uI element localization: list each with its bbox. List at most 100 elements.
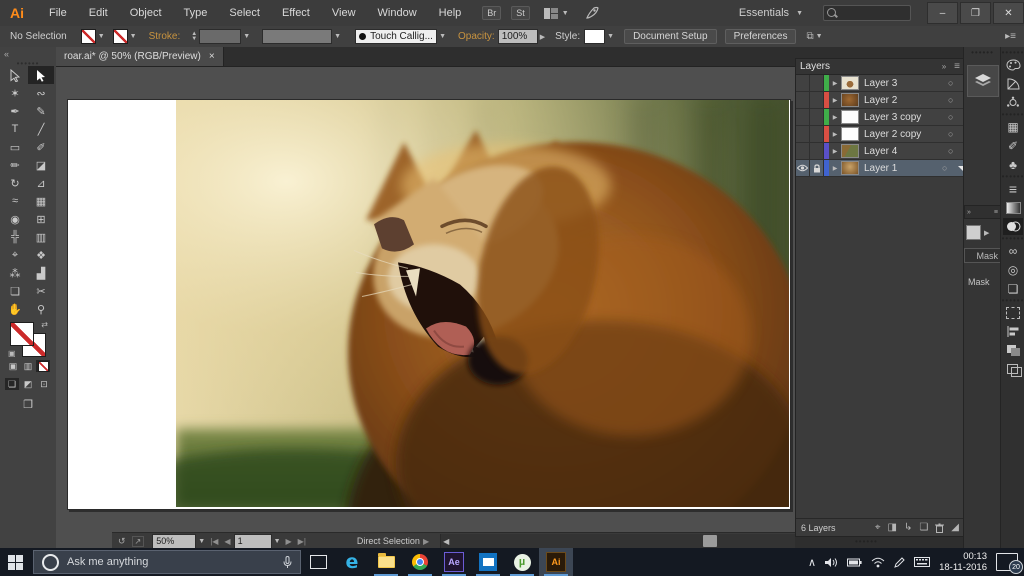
microphone-icon[interactable] xyxy=(283,556,292,569)
panel-menu-icon[interactable]: ▸≡ xyxy=(1005,31,1016,42)
after-effects-button[interactable]: Ae xyxy=(437,548,471,576)
search-input[interactable] xyxy=(823,5,911,21)
layers-panel-header[interactable]: Layers » ≡ xyxy=(796,59,964,75)
layer-name[interactable]: Layer 1 xyxy=(864,163,942,174)
style-label[interactable]: Style: xyxy=(555,31,580,42)
draw-behind-button[interactable]: ◩ xyxy=(21,378,35,390)
arrange-documents-button[interactable]: ▼ xyxy=(544,8,571,19)
stroke-label[interactable]: Stroke: xyxy=(149,31,181,42)
artboard[interactable] xyxy=(67,99,791,510)
align-panel-icon[interactable] xyxy=(1003,323,1023,340)
menu-type[interactable]: Type xyxy=(173,7,219,19)
export-icon[interactable]: ↗ xyxy=(132,536,145,547)
mesh-tool[interactable]: ╬ xyxy=(2,228,28,246)
shaper-tool[interactable]: ✏ xyxy=(2,156,28,174)
layer-name[interactable]: Layer 4 xyxy=(864,146,948,157)
transparency-panel-header[interactable]: » ≡ xyxy=(964,205,1001,219)
navigator-panel-icon[interactable] xyxy=(1003,361,1023,378)
lock-toggle[interactable] xyxy=(810,160,824,176)
expand-layer-icon[interactable]: ▶ xyxy=(829,131,841,138)
new-sublayer-icon[interactable]: ↳ xyxy=(904,522,912,533)
curvature-tool[interactable]: ✎ xyxy=(28,102,54,120)
layer-row[interactable]: ▶ Layer 4 ○ xyxy=(796,143,964,160)
locate-object-icon[interactable]: ⌖ xyxy=(875,522,881,533)
eyedropper-tool[interactable]: ⌖ xyxy=(2,246,28,264)
visibility-toggle[interactable] xyxy=(796,160,810,176)
bridge-button[interactable]: Br xyxy=(482,6,501,20)
rotate-tool[interactable]: ↻ xyxy=(2,174,28,192)
gradient-panel-icon[interactable] xyxy=(1003,199,1023,216)
layer-name[interactable]: Layer 3 xyxy=(864,78,948,89)
artboard-number-select[interactable]: 1 xyxy=(234,534,272,549)
wifi-icon[interactable] xyxy=(871,557,885,568)
stroke-weight-field[interactable] xyxy=(199,29,241,44)
lock-toggle[interactable] xyxy=(810,92,824,108)
lock-toggle[interactable] xyxy=(810,109,824,125)
menu-effect[interactable]: Effect xyxy=(271,7,321,19)
artboard-tool[interactable]: ❏ xyxy=(2,282,28,300)
menu-select[interactable]: Select xyxy=(218,7,271,19)
layer-thumbnail[interactable] xyxy=(841,144,859,158)
menu-edit[interactable]: Edit xyxy=(78,7,119,19)
restore-button[interactable]: ❐ xyxy=(960,2,991,24)
menu-view[interactable]: View xyxy=(321,7,367,19)
menu-object[interactable]: Object xyxy=(119,7,173,19)
illustrator-button[interactable]: Ai xyxy=(539,548,573,576)
gradient-tool[interactable]: ▥ xyxy=(28,228,54,246)
transform-panel-icon[interactable] xyxy=(1003,304,1023,321)
rotate-view-icon[interactable]: ↺ xyxy=(118,536,126,547)
libraries-panel-icon[interactable]: ∞ xyxy=(1003,242,1023,259)
width-tool[interactable]: ≈ xyxy=(2,192,28,210)
direct-selection-tool[interactable] xyxy=(28,66,54,84)
magic-wand-tool[interactable]: ✶ xyxy=(2,84,28,102)
lock-toggle[interactable] xyxy=(810,75,824,91)
panel-menu-icon[interactable]: ≡ xyxy=(954,61,960,72)
expand-layer-icon[interactable]: ▶ xyxy=(829,80,841,87)
delete-layer-icon[interactable] xyxy=(935,523,944,533)
draw-inside-button[interactable]: ⊡ xyxy=(37,378,51,390)
style-button[interactable]: St xyxy=(511,6,530,20)
layer-thumbnail[interactable] xyxy=(841,76,859,90)
panel-resize-grip[interactable]: ◢ xyxy=(951,522,959,533)
preferences-button[interactable]: Preferences xyxy=(725,29,797,44)
symbols-panel-icon[interactable]: ♣ xyxy=(1003,156,1023,173)
first-artboard-button[interactable]: |◀ xyxy=(210,537,218,546)
scroll-left-arrow[interactable]: ◀ xyxy=(443,537,449,546)
layer-row[interactable]: ▶ Layer 3 copy ○ xyxy=(796,109,964,126)
close-tab-icon[interactable]: × xyxy=(209,51,215,62)
touch-keyboard-icon[interactable] xyxy=(914,557,930,567)
layer-thumbnail[interactable] xyxy=(841,161,859,175)
symbol-sprayer-tool[interactable]: ⁂ xyxy=(2,264,28,282)
expand-layer-icon[interactable]: ▶ xyxy=(829,165,841,172)
panel-menu-icon[interactable]: ≡ xyxy=(994,209,998,216)
column-graph-tool[interactable]: ▟ xyxy=(28,264,54,282)
next-artboard-button[interactable]: ▶ xyxy=(286,537,292,546)
layer-thumbnail[interactable] xyxy=(841,110,859,124)
none-mode-button[interactable] xyxy=(36,360,50,372)
target-circle-icon[interactable]: ○ xyxy=(948,78,964,88)
panel-grip[interactable]: •••••• xyxy=(1002,298,1024,303)
layer-row[interactable]: ▶ Layer 2 ○ xyxy=(796,92,964,109)
shape-builder-tool[interactable]: ◉ xyxy=(2,210,28,228)
brush-definition-select[interactable]: Touch Callig... xyxy=(355,29,437,44)
symbol-options-icon[interactable]: ⧉ xyxy=(806,31,813,42)
target-circle-icon[interactable]: ○ xyxy=(948,112,964,122)
chrome-button[interactable] xyxy=(403,548,437,576)
menu-help[interactable]: Help xyxy=(428,7,473,19)
layer-row-selected[interactable]: ▶ Layer 1 ○ xyxy=(796,160,964,177)
transparency-panel-icon[interactable] xyxy=(1003,218,1023,235)
type-tool[interactable]: T xyxy=(2,120,28,138)
horizontal-scrollbar[interactable]: ◀ xyxy=(440,534,851,548)
status-caret-icon[interactable]: ▶ xyxy=(423,537,429,546)
target-circle-icon[interactable]: ○ xyxy=(948,146,964,156)
draw-normal-button[interactable]: ❏ xyxy=(5,378,19,390)
screen-mode-button[interactable]: ❐ xyxy=(21,398,35,410)
task-view-button[interactable] xyxy=(301,548,335,576)
layer-row[interactable]: ▶ Layer 3 ○ xyxy=(796,75,964,92)
collapse-panel-icon[interactable]: » xyxy=(942,62,946,71)
color-themes-panel-icon[interactable] xyxy=(1003,94,1023,111)
workspace-switcher[interactable]: Essentials ▼ xyxy=(739,7,805,19)
scrollbar-thumb[interactable] xyxy=(703,535,717,547)
opacity-field[interactable]: 100% xyxy=(498,29,538,44)
visibility-toggle[interactable] xyxy=(796,126,810,142)
